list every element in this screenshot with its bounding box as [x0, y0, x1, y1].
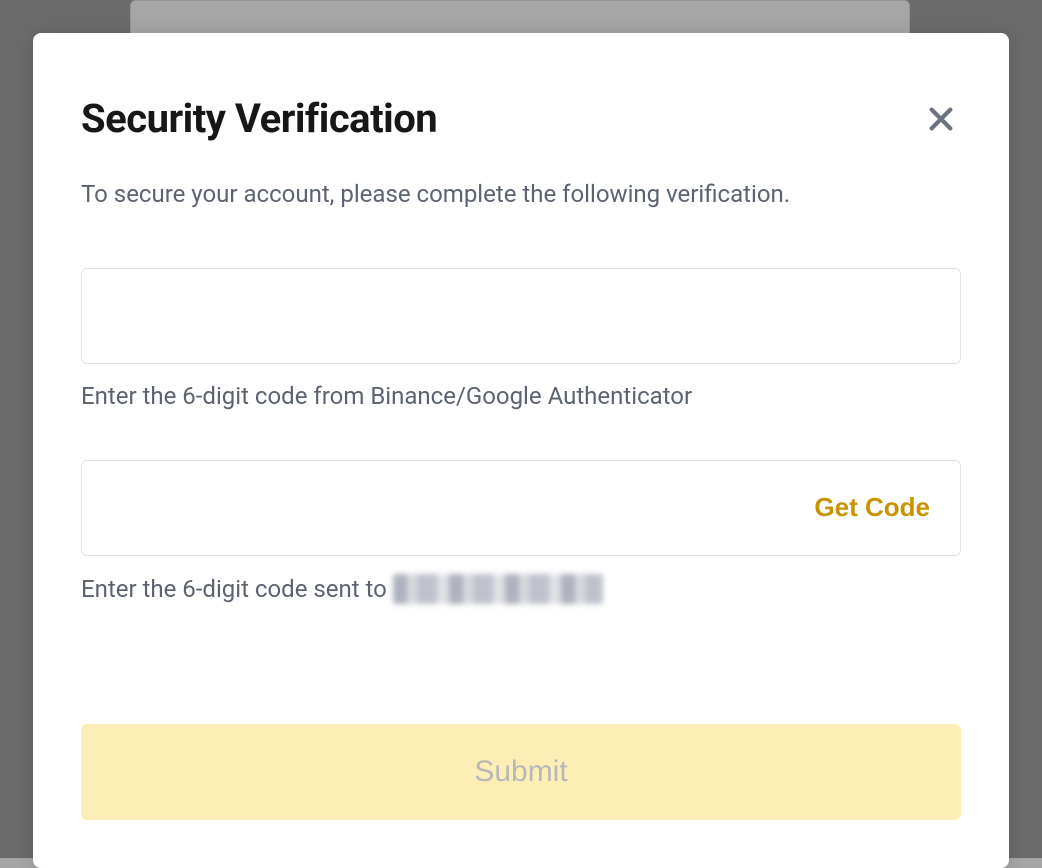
redacted-destination: [393, 574, 603, 604]
authenticator-hint: Enter the 6-digit code from Binance/Goog…: [81, 382, 961, 410]
modal-subtitle: To secure your account, please complete …: [81, 178, 961, 212]
submit-button[interactable]: Submit: [81, 724, 961, 820]
modal-title: Security Verification: [81, 95, 437, 142]
modal-header: Security Verification: [81, 95, 961, 142]
authenticator-input-wrap: [81, 268, 961, 364]
get-code-button[interactable]: Get Code: [804, 484, 940, 531]
close-icon: [925, 103, 957, 135]
authenticator-field-group: Enter the 6-digit code from Binance/Goog…: [81, 268, 961, 410]
sms-field-group: Get Code Enter the 6-digit code sent to: [81, 460, 961, 604]
close-button[interactable]: [921, 99, 961, 139]
sms-code-input[interactable]: [102, 461, 804, 555]
sms-input-wrap: Get Code: [81, 460, 961, 556]
security-verification-modal: Security Verification To secure your acc…: [33, 33, 1009, 868]
sms-hint-prefix: Enter the 6-digit code sent to: [81, 575, 387, 603]
authenticator-code-input[interactable]: [102, 269, 940, 363]
sms-hint: Enter the 6-digit code sent to: [81, 574, 961, 604]
